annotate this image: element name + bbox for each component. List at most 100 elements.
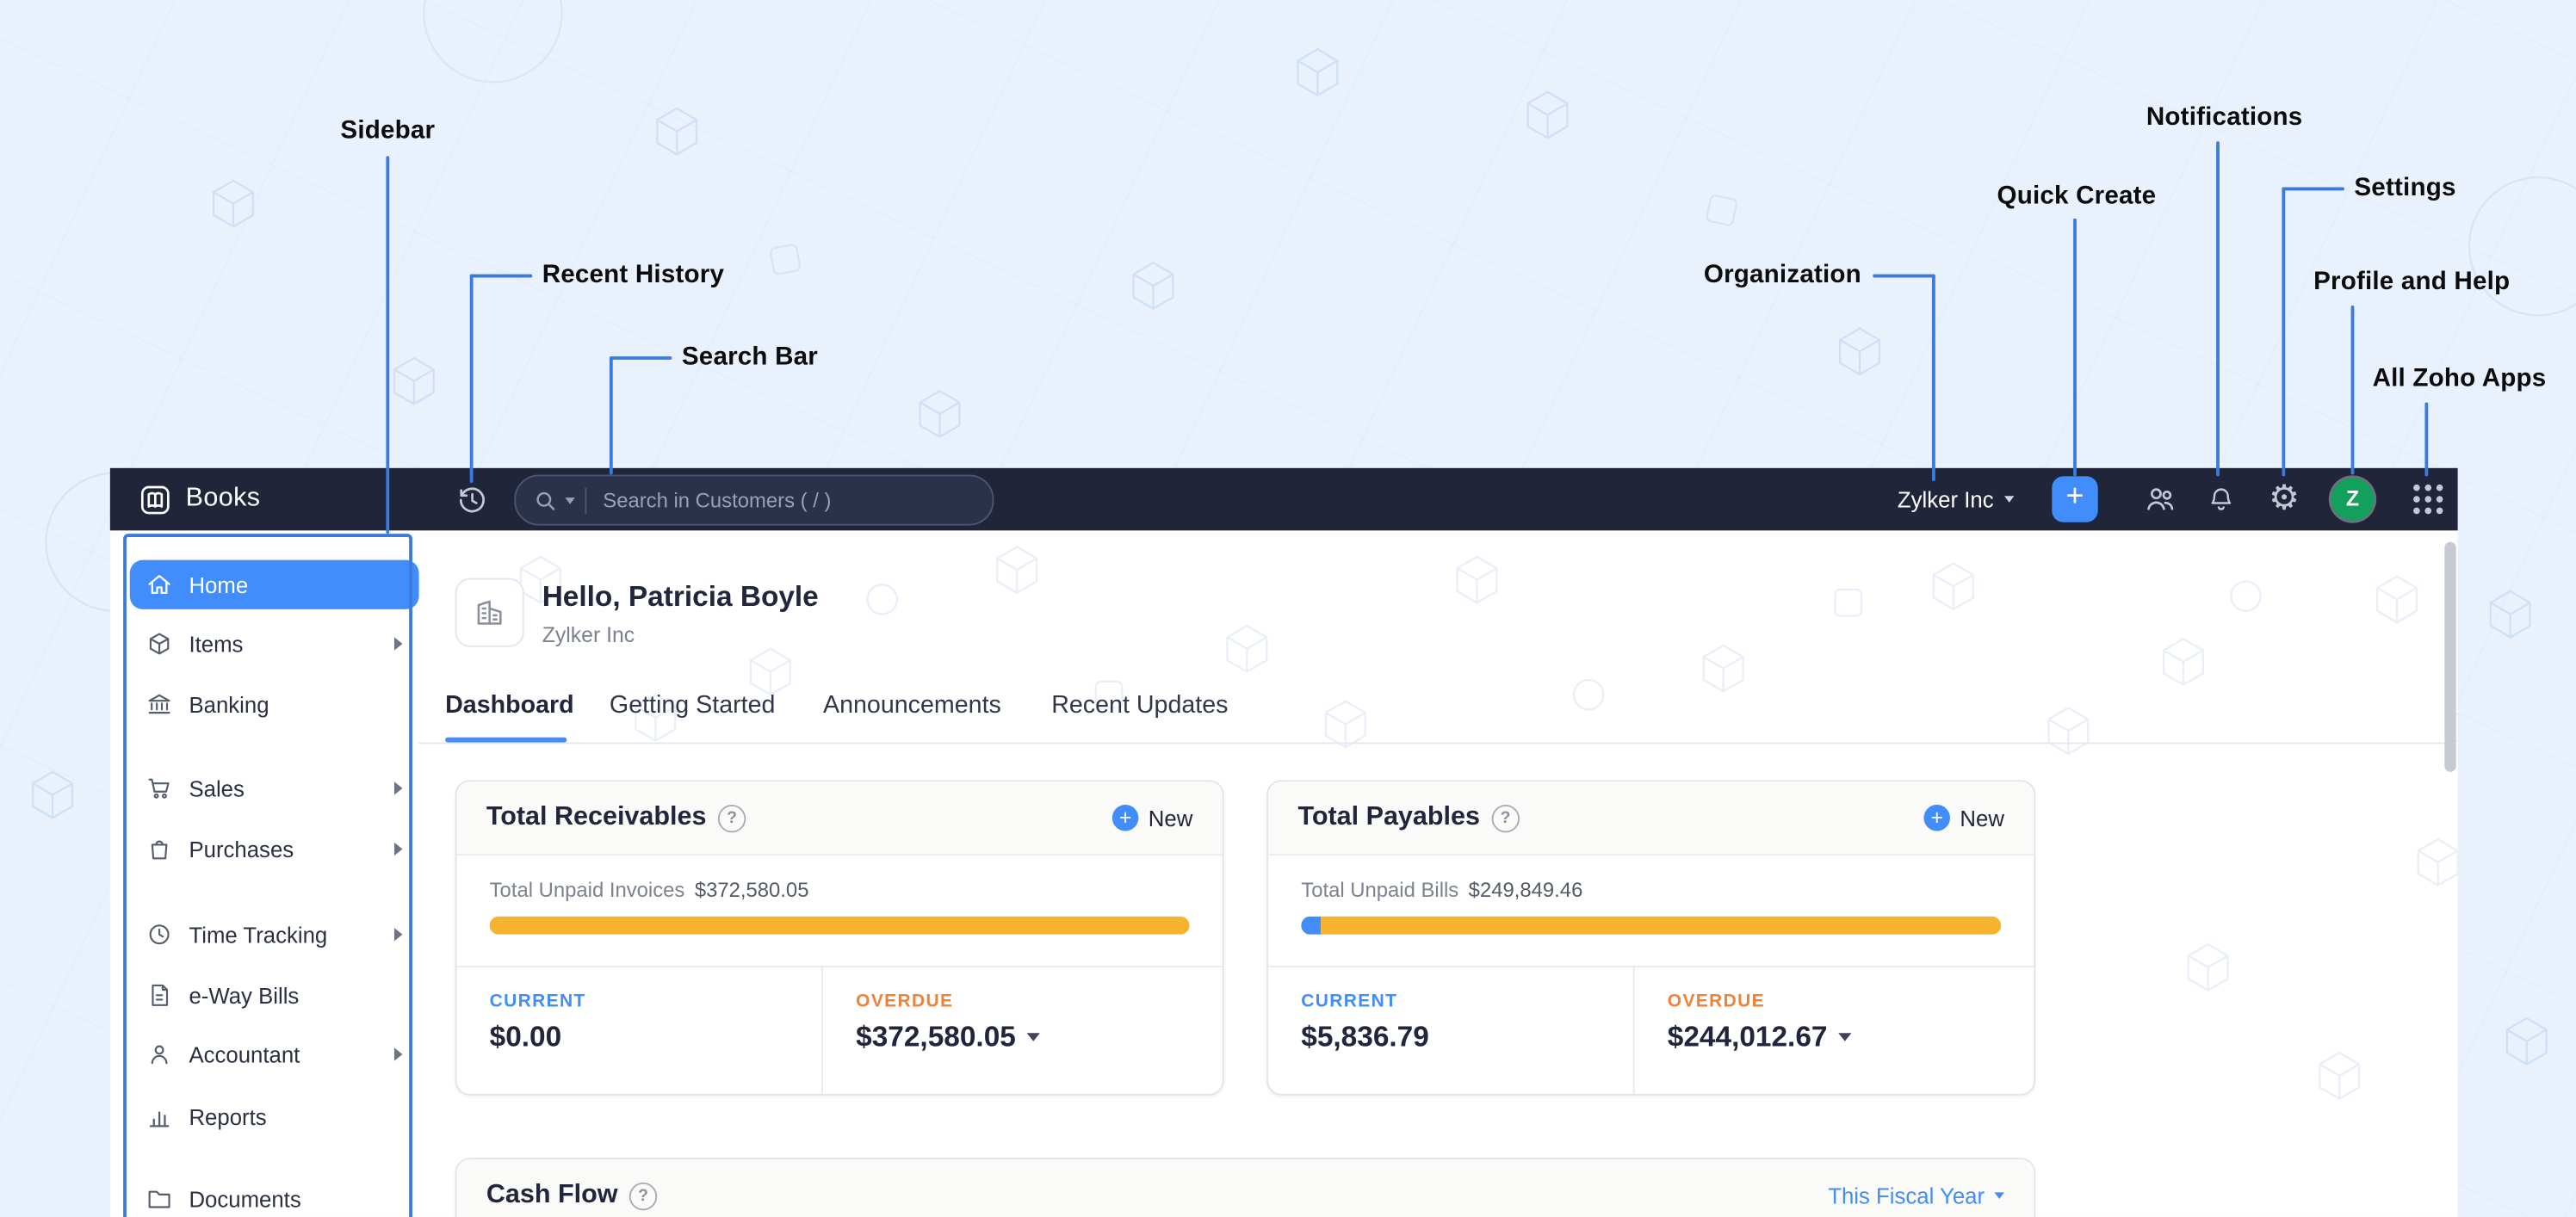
sales-cart-icon	[146, 775, 173, 802]
help-icon[interactable]: ?	[629, 1181, 658, 1210]
settings-button[interactable]: ⚙	[2269, 468, 2300, 531]
app-name: Books	[185, 484, 261, 513]
receivables-progress-bar	[489, 916, 1190, 935]
tab-announcements[interactable]: Announcements	[823, 691, 1001, 740]
annotation-profile-help-connector	[2350, 305, 2355, 475]
fiscal-year-selector[interactable]: This Fiscal Year	[1828, 1183, 2004, 1208]
tabs-divider	[418, 742, 2445, 744]
annotation-recent-history-label: Recent History	[542, 261, 725, 289]
unpaid-label: Total Unpaid Invoices	[489, 878, 685, 902]
current-value: $5,836.79	[1301, 1019, 1429, 1053]
card-footer: CURRENT $5,836.79 OVERDUE $244,012.67	[1268, 965, 2034, 1094]
annotation-quick-create-label: Quick Create	[1997, 182, 2157, 211]
total-payables-card: Total Payables ? + New Total Unpaid Bill…	[1266, 780, 2036, 1096]
sidebar-item-items[interactable]: Items	[130, 615, 419, 674]
annotation-sidebar-connector	[386, 156, 390, 534]
unpaid-value: $249,849.46	[1468, 878, 1583, 902]
current-value: $0.00	[489, 1019, 562, 1053]
new-receivable-button[interactable]: + New	[1112, 804, 1193, 831]
card-footer: CURRENT $0.00 OVERDUE $372,580.05	[456, 965, 1223, 1094]
sidebar-item-label: Time Tracking	[189, 922, 328, 948]
annotation-notifications-connector	[2216, 141, 2220, 477]
card-header: Total Payables ? + New	[1268, 781, 2034, 856]
chevron-right-icon	[393, 781, 403, 795]
overdue-label: OVERDUE	[856, 992, 954, 1012]
clock-icon	[146, 921, 173, 948]
new-button-label: New	[1148, 805, 1193, 831]
sidebar-item-home[interactable]: Home	[129, 559, 419, 609]
new-payable-button[interactable]: + New	[1923, 804, 2004, 831]
greeting-title: Hello, Patricia Boyle	[542, 579, 819, 613]
search-bar[interactable]	[514, 474, 994, 526]
overdue-dropdown-caret-icon[interactable]	[1838, 1033, 1853, 1041]
overdue-column: OVERDUE $372,580.05	[823, 967, 1223, 1094]
sidebar-item-label: Documents	[189, 1186, 301, 1212]
help-icon[interactable]: ?	[717, 804, 746, 832]
tab-dashboard[interactable]: Dashboard	[445, 691, 574, 740]
sidebar-item-time-tracking[interactable]: Time Tracking	[130, 905, 419, 964]
unpaid-summary: Total Unpaid Bills $249,849.46	[1301, 879, 2001, 902]
eway-bill-document-icon	[146, 982, 173, 1009]
organization-selector[interactable]: Zylker Inc	[1898, 468, 2014, 531]
unpaid-label: Total Unpaid Bills	[1301, 878, 1459, 902]
search-scope-chevron-icon[interactable]	[565, 497, 575, 503]
chevron-down-icon	[1994, 1192, 2004, 1199]
home-icon	[146, 571, 173, 598]
annotation-quick-create-connector	[2073, 218, 2077, 477]
sidebar-item-label: Home	[189, 571, 249, 597]
sidebar-item-eway-bills[interactable]: e-Way Bills	[130, 966, 419, 1025]
card-title: Total Payables	[1297, 803, 1480, 831]
sidebar-item-documents[interactable]: Documents	[130, 1170, 419, 1217]
chevron-right-icon	[393, 842, 403, 856]
sidebar-item-accountant[interactable]: Accountant	[130, 1025, 419, 1084]
tab-recent-updates[interactable]: Recent Updates	[1051, 691, 1228, 740]
annotation-all-zoho-apps-label: All Zoho Apps	[2372, 364, 2547, 393]
sidebar-item-reports[interactable]: Reports	[130, 1087, 419, 1146]
annotation-organization-connector-v	[1931, 274, 1935, 482]
notifications-button[interactable]	[2207, 468, 2236, 531]
all-zoho-apps-button[interactable]	[2413, 468, 2443, 531]
overdue-value: $372,580.05	[856, 1019, 1016, 1053]
quick-create-button[interactable]: +	[2052, 476, 2098, 522]
annotation-profile-help-label: Profile and Help	[2313, 268, 2511, 296]
overdue-label: OVERDUE	[1667, 992, 1765, 1012]
sidebar-item-banking[interactable]: Banking	[130, 675, 419, 734]
annotation-organization-label: Organization	[1703, 261, 1861, 289]
annotation-settings-connector-v	[2282, 187, 2286, 477]
tab-getting-started[interactable]: Getting Started	[610, 691, 776, 740]
annotation-settings-connector-h	[2282, 187, 2344, 191]
search-input[interactable]	[586, 488, 993, 512]
sidebar-item-sales[interactable]: Sales	[130, 759, 419, 819]
apps-grid-icon	[2413, 484, 2443, 515]
zoho-books-logo-icon	[138, 482, 172, 516]
overdue-dropdown-caret-icon[interactable]	[1027, 1033, 1041, 1041]
overdue-column: OVERDUE $244,012.67	[1635, 967, 2034, 1094]
annotation-notifications-label: Notifications	[2146, 103, 2303, 132]
help-icon[interactable]: ?	[1491, 804, 1520, 832]
scrollbar-thumb[interactable]	[2444, 541, 2456, 772]
items-icon	[146, 631, 173, 658]
plus-icon: +	[1923, 804, 1950, 831]
screenshot-stage: Sidebar Recent History Search Bar Organi…	[0, 0, 2576, 1217]
users-button[interactable]	[2144, 468, 2177, 531]
plus-icon: +	[1112, 804, 1139, 831]
organization-building-icon	[477, 600, 502, 625]
total-receivables-card: Total Receivables ? + New Total Unpaid I…	[455, 780, 1224, 1096]
app-logo-group[interactable]: Books	[138, 468, 260, 531]
profile-avatar[interactable]: Z	[2331, 478, 2375, 521]
annotation-organization-connector-h	[1873, 274, 1935, 278]
annotation-search-bar-label: Search Bar	[681, 343, 818, 372]
annotation-search-bar-connector-v	[609, 356, 613, 475]
current-label: CURRENT	[1301, 992, 1398, 1012]
current-column: CURRENT $0.00	[456, 967, 823, 1094]
unpaid-summary: Total Unpaid Invoices $372,580.05	[490, 879, 1190, 902]
chevron-right-icon	[393, 637, 403, 651]
app-body: Home Items Banking Sales Purchases Time …	[109, 530, 2458, 1217]
card-title: Total Receivables	[486, 803, 707, 831]
annotation-all-zoho-apps-connector	[2424, 402, 2429, 477]
sidebar-item-label: Purchases	[189, 837, 294, 862]
card-title: Cash Flow	[486, 1180, 618, 1209]
card-header: Cash Flow ? This Fiscal Year	[456, 1159, 2034, 1217]
overdue-value: $244,012.67	[1667, 1019, 1828, 1053]
sidebar-item-purchases[interactable]: Purchases	[130, 819, 419, 879]
